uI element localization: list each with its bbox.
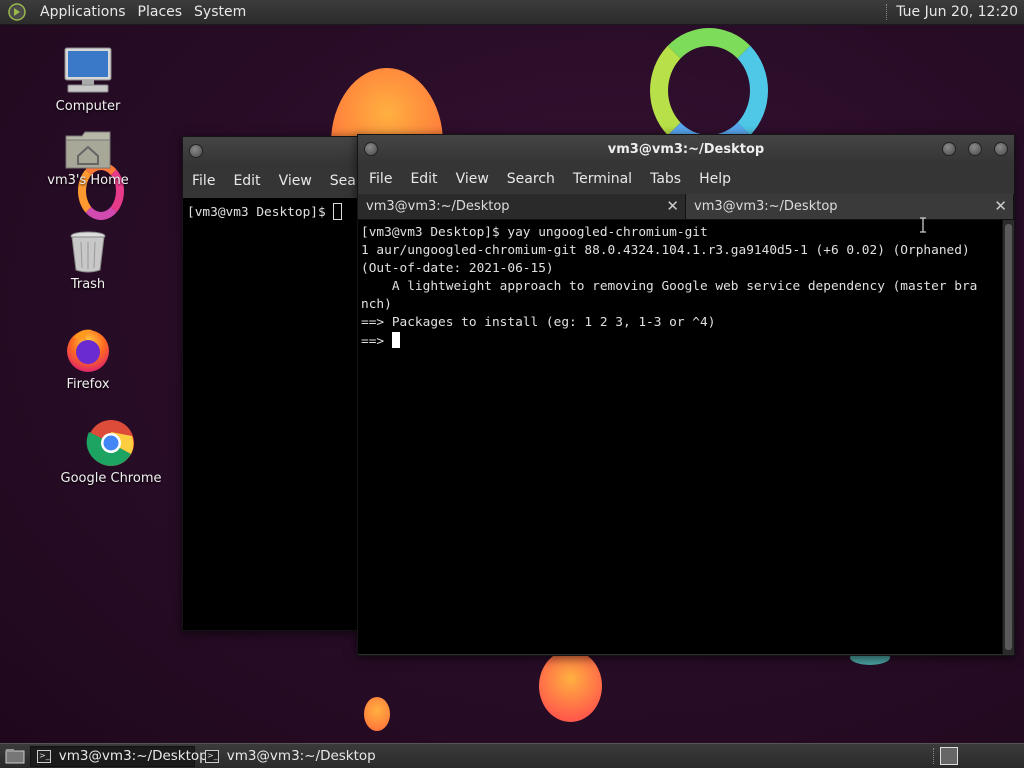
system-menu[interactable]: System xyxy=(188,4,252,20)
taskbar-item-label: vm3@vm3:~/Desktop xyxy=(226,748,376,764)
show-desktop-icon[interactable] xyxy=(4,746,26,766)
menu-search[interactable]: Search xyxy=(321,173,361,189)
menu-file[interactable]: File xyxy=(360,171,401,187)
back-terminal-output[interactable]: [vm3@vm3 Desktop]$ xyxy=(183,198,361,630)
tab-label: vm3@vm3:~/Desktop xyxy=(694,199,838,214)
chrome-icon xyxy=(86,420,134,466)
terminal-line: [vm3@vm3 Desktop]$ yay ungoogled-chromiu… xyxy=(361,225,708,240)
desktop-icon-computer[interactable]: Computer xyxy=(33,46,143,114)
terminal-line: (Out-of-date: 2021-06-15) xyxy=(361,261,554,276)
desktop-icon-label: vm3's Home xyxy=(47,173,129,188)
terminal-input-line: ==> xyxy=(361,332,999,351)
applications-menu[interactable]: Applications xyxy=(34,4,132,20)
taskbar-item-terminal-1[interactable]: >_ vm3@vm3:~/Desktop xyxy=(30,745,208,767)
menu-file[interactable]: File xyxy=(183,173,224,189)
terminal-icon: >_ xyxy=(205,749,219,763)
menu-edit[interactable]: Edit xyxy=(224,173,269,189)
bottom-panel: >_ vm3@vm3:~/Desktop >_ vm3@vm3:~/Deskto… xyxy=(0,743,1024,768)
desktop-icon-trash[interactable]: Trash xyxy=(33,230,143,292)
front-terminal-output[interactable]: [vm3@vm3 Desktop]$ yay ungoogled-chromiu… xyxy=(358,220,1002,654)
menu-terminal[interactable]: Terminal xyxy=(564,171,641,187)
desktop-icon-label: Google Chrome xyxy=(60,471,162,486)
terminal-line: A lightweight approach to removing Googl… xyxy=(361,279,978,294)
front-window-menubar: File Edit View Search Terminal Tabs Help xyxy=(358,163,1014,194)
desktop-icon-label: Computer xyxy=(55,99,121,114)
home-folder-icon xyxy=(65,131,111,169)
panel-separator xyxy=(933,748,934,764)
front-window-titlebar[interactable]: vm3@vm3:~/Desktop xyxy=(358,135,1014,163)
terminal-line: 1 aur/ungoogled-chromium-git 88.0.4324.1… xyxy=(361,243,970,258)
terminal-cursor xyxy=(333,203,343,220)
tab-label: vm3@vm3:~/Desktop xyxy=(366,199,510,214)
desktop-icon-firefox[interactable]: Firefox xyxy=(33,326,143,392)
computer-icon xyxy=(64,47,112,93)
workspace-switcher[interactable] xyxy=(940,747,958,765)
mate-logo-icon[interactable] xyxy=(8,3,26,21)
menu-tabs[interactable]: Tabs xyxy=(641,171,690,187)
back-window-titlebar[interactable] xyxy=(183,137,361,164)
desktop-icon-label: Firefox xyxy=(66,377,110,392)
menu-help[interactable]: Help xyxy=(690,171,740,187)
text-cursor-icon xyxy=(920,217,926,233)
back-terminal-window[interactable]: File Edit View Search [vm3@vm3 Desktop]$ xyxy=(182,136,362,631)
tab-bar: vm3@vm3:~/Desktop ✕ vm3@vm3:~/Desktop ✕ xyxy=(358,194,1014,220)
menu-edit[interactable]: Edit xyxy=(401,171,446,187)
back-window-menubar: File Edit View Search xyxy=(183,164,361,198)
terminal-line: nch) xyxy=(361,297,392,312)
terminal-scrollbar[interactable] xyxy=(1002,220,1014,654)
terminal-prompt: ==> xyxy=(361,334,392,349)
firefox-icon xyxy=(67,329,109,372)
terminal-prompt: [vm3@vm3 Desktop]$ xyxy=(187,205,334,220)
wallpaper-bottom-blob xyxy=(539,650,602,722)
taskbar-item-terminal-2[interactable]: >_ vm3@vm3:~/Desktop xyxy=(199,746,376,767)
terminal-cursor xyxy=(391,332,400,348)
clock[interactable]: Tue Jun 20, 12:20 xyxy=(896,4,1024,20)
tab-close-icon[interactable]: ✕ xyxy=(666,197,679,215)
window-title: vm3@vm3:~/Desktop xyxy=(607,141,765,157)
places-menu[interactable]: Places xyxy=(132,4,189,20)
menu-view[interactable]: View xyxy=(447,171,498,187)
tab-2[interactable]: vm3@vm3:~/Desktop ✕ xyxy=(686,194,1014,219)
top-panel: Applications Places System Tue Jun 20, 1… xyxy=(0,0,1024,25)
front-terminal-window[interactable]: vm3@vm3:~/Desktop File Edit View Search … xyxy=(357,134,1015,656)
taskbar-item-label: vm3@vm3:~/Desktop xyxy=(58,748,208,764)
tab-close-icon[interactable]: ✕ xyxy=(994,197,1007,215)
desktop-icon-home[interactable]: vm3's Home xyxy=(33,130,143,188)
tab-1[interactable]: vm3@vm3:~/Desktop ✕ xyxy=(358,194,686,219)
scrollbar-thumb[interactable] xyxy=(1005,224,1012,650)
terminal-viewport: [vm3@vm3 Desktop]$ yay ungoogled-chromiu… xyxy=(358,217,1014,654)
panel-separator xyxy=(886,4,888,20)
desktop-icon-chrome[interactable]: Google Chrome xyxy=(56,418,166,486)
terminal-icon: >_ xyxy=(37,749,51,763)
menu-view[interactable]: View xyxy=(270,173,321,189)
wallpaper-tiny-blob xyxy=(364,697,390,731)
desktop-icon-label: Trash xyxy=(70,277,106,292)
window-menu-button[interactable] xyxy=(189,143,203,158)
trash-icon xyxy=(70,231,106,273)
terminal-line: ==> Packages to install (eg: 1 2 3, 1-3 … xyxy=(361,315,716,330)
menu-search[interactable]: Search xyxy=(498,171,564,187)
